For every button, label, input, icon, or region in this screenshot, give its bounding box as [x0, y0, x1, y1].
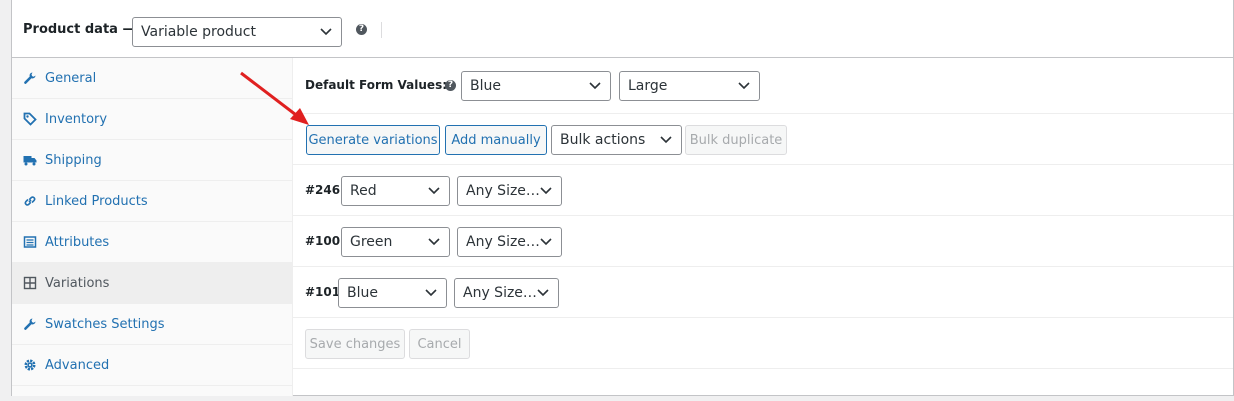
tab-label: Shipping [45, 152, 102, 168]
default-form-values-row: Default Form Values: ? Blue Large [293, 58, 1233, 114]
variation-color-select[interactable]: Red [341, 176, 450, 206]
cancel-button[interactable]: Cancel [409, 329, 470, 359]
tab-label: Attributes [45, 234, 110, 250]
product-data-panel: Product data — Variable product ? Genera… [11, 0, 1234, 396]
panel-header: Product data — Variable product ? [12, 0, 1233, 58]
bulk-duplicate-button[interactable]: Bulk duplicate [685, 125, 787, 155]
variation-id: #101 [305, 285, 341, 299]
header-divider [381, 22, 382, 38]
bulk-actions-value: Bulk actions [560, 132, 646, 148]
link-icon [23, 194, 37, 208]
tab-shipping[interactable]: Shipping [12, 140, 293, 181]
chevron-down-icon [320, 28, 332, 36]
wrench-icon [23, 317, 37, 331]
gear-icon [23, 358, 37, 372]
chevron-down-icon [660, 136, 672, 144]
default-form-values-label: Default Form Values: [305, 78, 448, 92]
variation-size-value: Any Size… [466, 234, 540, 250]
grid-icon [23, 276, 37, 290]
tab-label: General [45, 70, 97, 86]
variation-size-select[interactable]: Any Size… [454, 278, 559, 308]
chevron-down-icon [537, 289, 549, 297]
list-icon [23, 235, 37, 249]
tab-label: Inventory [45, 111, 108, 127]
variation-id: #100 [305, 234, 341, 248]
chevron-down-icon [738, 82, 750, 90]
save-changes-button[interactable]: Save changes [305, 329, 405, 359]
chevron-down-icon [540, 187, 552, 195]
truck-icon [23, 153, 37, 167]
variation-size-value: Any Size… [466, 183, 540, 199]
default-color-value: Blue [470, 78, 501, 94]
tab-label: Variations [45, 275, 110, 291]
tab-label: Linked Products [45, 193, 148, 209]
default-size-value: Large [628, 78, 668, 94]
tab-label: Advanced [45, 357, 110, 373]
help-icon[interactable]: ? [356, 24, 367, 35]
add-manually-button[interactable]: Add manually [445, 125, 547, 155]
tab-attributes[interactable]: Attributes [12, 222, 293, 263]
default-size-select[interactable]: Large [619, 71, 760, 101]
variation-color-select[interactable]: Blue [338, 278, 447, 308]
product-type-value: Variable product [141, 24, 256, 40]
chevron-down-icon [425, 289, 437, 297]
variation-size-select[interactable]: Any Size… [457, 227, 562, 257]
variation-color-value: Red [350, 183, 377, 199]
tab-advanced[interactable]: Advanced [12, 345, 293, 386]
wrench-icon [23, 71, 37, 85]
chevron-down-icon [589, 82, 601, 90]
variations-footer: Save changes Cancel [293, 318, 1233, 369]
tag-icon [23, 112, 37, 126]
variation-size-select[interactable]: Any Size… [457, 176, 562, 206]
variation-color-value: Blue [347, 285, 378, 301]
default-color-select[interactable]: Blue [461, 71, 611, 101]
variation-row[interactable]: #101 Blue Any Size… [293, 267, 1233, 318]
bulk-actions-select[interactable]: Bulk actions [551, 125, 682, 155]
variation-color-select[interactable]: Green [341, 227, 450, 257]
tab-linked-products[interactable]: Linked Products [12, 181, 293, 222]
variation-row[interactable]: #100 Green Any Size… [293, 216, 1233, 267]
generate-variations-button[interactable]: Generate variations [306, 125, 440, 155]
tab-label: Swatches Settings [45, 316, 165, 332]
tab-swatches-settings[interactable]: Swatches Settings [12, 304, 293, 345]
help-icon[interactable]: ? [445, 80, 456, 91]
variation-id: #246 [305, 183, 341, 197]
variations-toolbar: Generate variations Add manually Bulk ac… [293, 114, 1233, 165]
product-type-select[interactable]: Variable product [132, 17, 342, 47]
variations-panel: Default Form Values: ? Blue Large Genera… [293, 58, 1233, 396]
annotation-arrow-icon [240, 71, 309, 125]
variation-size-value: Any Size… [463, 285, 537, 301]
tab-variations[interactable]: Variations [12, 263, 293, 304]
panel-title: Product data — [23, 22, 136, 37]
variation-color-value: Green [350, 234, 393, 250]
chevron-down-icon [428, 238, 440, 246]
chevron-down-icon [428, 187, 440, 195]
chevron-down-icon [540, 238, 552, 246]
variation-row[interactable]: #246 Red Any Size… [293, 165, 1233, 216]
